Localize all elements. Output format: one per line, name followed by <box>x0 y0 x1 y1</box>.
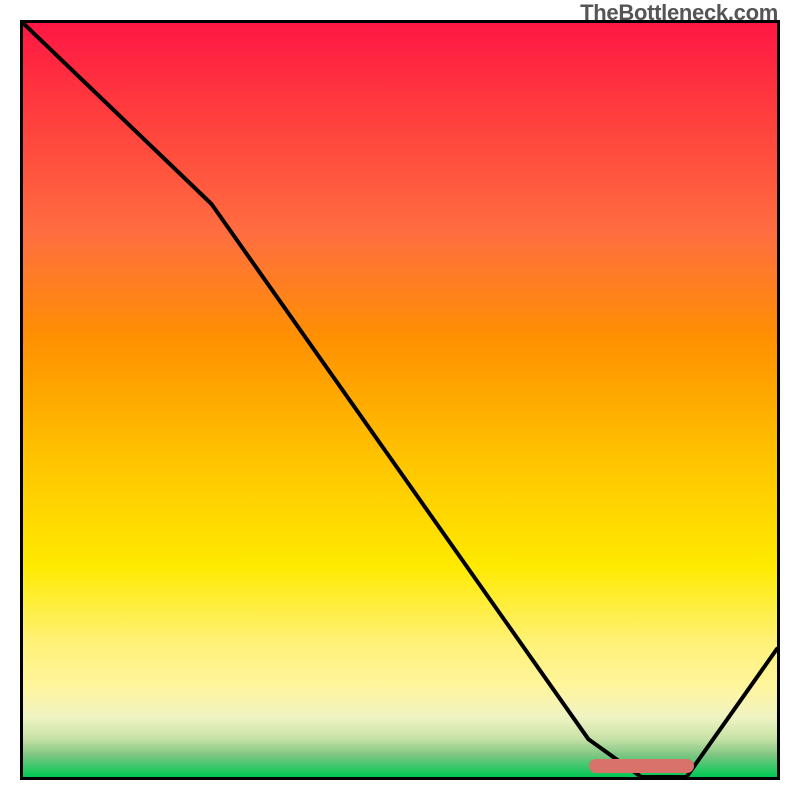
bottleneck-curve-path <box>23 23 777 777</box>
plot-area <box>20 20 780 780</box>
curve-svg <box>23 23 777 777</box>
optimal-range-marker <box>589 759 695 773</box>
bottleneck-chart: TheBottleneck.com <box>0 0 800 800</box>
